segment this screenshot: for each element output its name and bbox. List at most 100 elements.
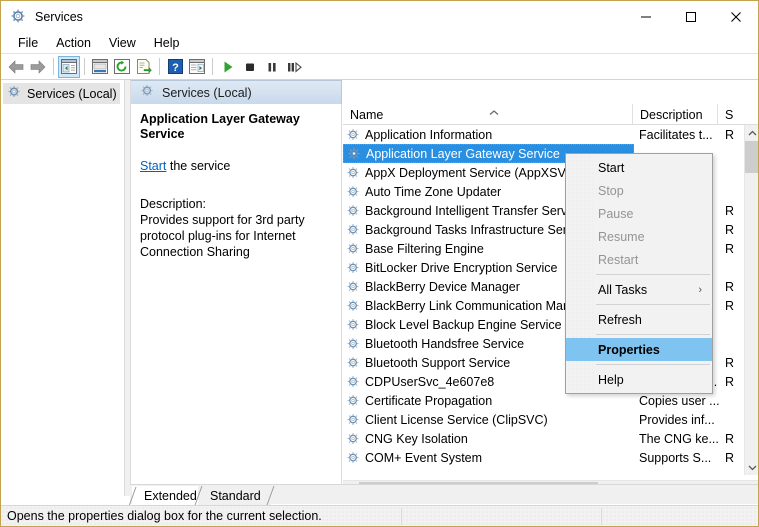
sidebar-item-label: Services (Local) — [27, 87, 117, 101]
pane-header: Services (Local) — [131, 80, 759, 104]
status-bar-divider — [601, 508, 602, 525]
service-name-label: BlackBerry Link Communication Manager — [365, 299, 595, 313]
show-action-pane-icon[interactable] — [186, 56, 208, 78]
service-name-cell[interactable]: Application Information — [343, 125, 633, 144]
forward-arrow-icon[interactable] — [27, 56, 49, 78]
close-button[interactable] — [713, 1, 758, 33]
tab-edge — [129, 487, 137, 506]
services-gear-icon — [140, 84, 155, 101]
service-status-cell — [720, 410, 744, 429]
services-gear-icon — [346, 337, 361, 351]
minimize-button[interactable] — [623, 1, 668, 33]
service-name-label: Application Information — [365, 128, 492, 142]
services-gear-icon — [346, 185, 361, 199]
export-list-icon[interactable] — [133, 56, 155, 78]
services-gear-icon — [346, 318, 361, 332]
column-header-label: Description — [640, 108, 703, 122]
context-menu-item-label: Refresh — [598, 313, 642, 327]
context-menu-item-label: Help — [598, 373, 624, 387]
services-window: Services File Action View Help — [0, 0, 759, 527]
properties-window-icon[interactable] — [89, 56, 111, 78]
pause-service-icon[interactable] — [261, 56, 283, 78]
chevron-right-icon: › — [698, 284, 702, 296]
service-name-cell[interactable]: CNG Key Isolation — [343, 429, 633, 448]
services-gear-icon — [10, 8, 28, 26]
menu-bar: File Action View Help — [1, 33, 758, 54]
context-menu-item-properties[interactable]: Properties — [566, 338, 712, 361]
services-gear-icon — [346, 242, 361, 256]
menu-file[interactable]: File — [9, 34, 47, 52]
refresh-icon[interactable] — [111, 56, 133, 78]
maximize-button[interactable] — [668, 1, 713, 33]
service-status-cell: R — [720, 448, 744, 467]
context-menu-item-label: Pause — [598, 207, 633, 221]
services-gear-icon — [7, 85, 22, 102]
table-row[interactable]: Client License Service (ClipSVC)Provides… — [343, 410, 744, 429]
start-service-link[interactable]: Start — [140, 159, 166, 173]
context-menu-item-refresh[interactable]: Refresh — [566, 308, 712, 331]
service-status-cell — [720, 144, 744, 163]
column-header-label: S — [725, 108, 733, 122]
menu-help[interactable]: Help — [145, 34, 189, 52]
scroll-down-arrow-icon[interactable] — [745, 459, 759, 475]
back-arrow-icon[interactable] — [5, 56, 27, 78]
scroll-up-arrow-icon[interactable] — [745, 125, 759, 141]
service-status-cell: R — [720, 429, 744, 448]
context-menu-item-restart: Restart — [566, 248, 712, 271]
description-label: Description: — [140, 196, 332, 212]
service-name-label: Background Intelligent Transfer Service — [365, 204, 583, 218]
list-column-headers: Name Description S — [343, 104, 759, 125]
context-menu-item-all-tasks[interactable]: All Tasks› — [566, 278, 712, 301]
services-gear-icon — [346, 204, 361, 218]
service-status-cell: R — [720, 201, 744, 220]
sidebar-item-services-local[interactable]: Services (Local) — [3, 83, 120, 104]
help-icon[interactable]: ? — [164, 56, 186, 78]
service-name-label: BlackBerry Device Manager — [365, 280, 520, 294]
context-menu-item-label: Stop — [598, 184, 624, 198]
service-description-cell: Facilitates t... — [634, 125, 719, 144]
context-menu-separator — [596, 304, 710, 305]
column-header-name[interactable]: Name — [343, 104, 633, 125]
list-vertical-scrollbar[interactable] — [744, 125, 759, 475]
table-row[interactable]: Application InformationFacilitates t...R — [343, 125, 744, 144]
column-header-status[interactable]: S — [718, 104, 759, 125]
start-service-icon[interactable] — [217, 56, 239, 78]
service-description-cell: Provides inf... — [634, 410, 719, 429]
menu-view[interactable]: View — [100, 34, 145, 52]
service-status-cell — [720, 391, 744, 410]
description-line: protocol plug-ins for Internet — [140, 228, 332, 244]
service-name-cell[interactable]: Client License Service (ClipSVC) — [343, 410, 633, 429]
service-description-cell: Supports S... — [634, 448, 719, 467]
column-header-label: Name — [350, 108, 383, 122]
service-status-cell — [720, 334, 744, 353]
context-menu-separator — [596, 334, 710, 335]
services-gear-icon — [346, 280, 361, 294]
services-gear-icon — [346, 128, 361, 142]
toolbar-separator — [84, 58, 85, 75]
context-menu-item-start[interactable]: Start — [566, 156, 712, 179]
table-row[interactable]: CNG Key IsolationThe CNG ke...R — [343, 429, 744, 448]
service-name-label: Bluetooth Support Service — [365, 356, 510, 370]
tab-edge — [266, 486, 274, 505]
services-gear-icon — [346, 223, 361, 237]
services-gear-icon — [346, 356, 361, 370]
restart-service-icon[interactable] — [283, 56, 305, 78]
service-name-label: Background Tasks Infrastructure Service — [365, 223, 589, 237]
column-header-description[interactable]: Description — [633, 104, 718, 125]
scrollbar-thumb[interactable] — [745, 141, 759, 173]
service-status-cell: R — [720, 372, 744, 391]
context-menu-item-help[interactable]: Help — [566, 368, 712, 391]
service-name-label: Auto Time Zone Updater — [365, 185, 501, 199]
show-hide-console-tree-icon[interactable] — [58, 56, 80, 78]
service-action-suffix: the service — [166, 159, 230, 173]
service-status-cell: R — [720, 220, 744, 239]
services-gear-icon — [346, 394, 361, 408]
service-status-cell: R — [720, 296, 744, 315]
context-menu-item-label: Start — [598, 161, 624, 175]
table-row[interactable]: COM+ Event SystemSupports S...R — [343, 448, 744, 467]
stop-service-icon[interactable] — [239, 56, 261, 78]
service-status-cell — [720, 182, 744, 201]
service-name-cell[interactable]: COM+ Event System — [343, 448, 633, 467]
menu-action[interactable]: Action — [47, 34, 100, 52]
tab-standard[interactable]: Standard — [198, 486, 271, 505]
